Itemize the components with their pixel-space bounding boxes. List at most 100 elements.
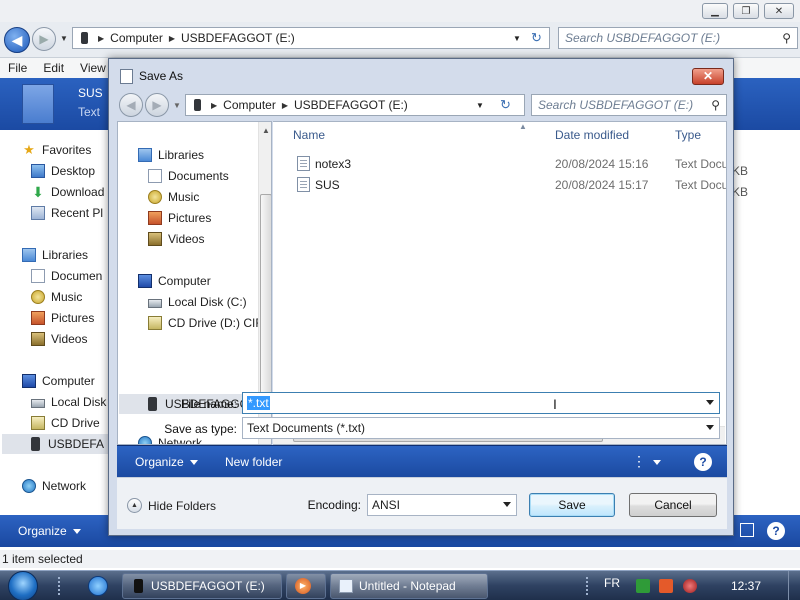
nav-music[interactable]: Music — [148, 190, 199, 204]
nav-favorites-label: Favorites — [42, 143, 92, 157]
nav-documents[interactable]: Documents — [148, 169, 229, 183]
explorer-search-input[interactable]: Search USBDEFAGGOT (E:) ⚲ — [558, 27, 798, 49]
back-button[interactable]: ◀ — [4, 27, 30, 53]
chevron-down-icon[interactable] — [706, 400, 714, 405]
minimize-button[interactable]: ▁ — [702, 3, 728, 19]
chevron-down-icon[interactable] — [503, 502, 511, 507]
breadcrumb-computer[interactable]: Computer — [223, 98, 276, 112]
dialog-address-bar[interactable]: ▶ Computer ▶ USBDEFAGGOT (E:) ▼ ↻ — [185, 94, 525, 116]
clock[interactable]: 12:37 — [731, 579, 761, 593]
text-file-icon — [297, 156, 310, 171]
notepad-icon — [339, 579, 353, 593]
action-center-icon[interactable] — [636, 579, 650, 593]
nav-pictures[interactable]: Pictures — [148, 211, 211, 225]
nav-libraries[interactable]: Libraries — [22, 248, 88, 262]
start-button[interactable] — [8, 571, 38, 600]
nav-computer[interactable]: Computer — [22, 374, 95, 388]
file-row[interactable]: notex3 20/08/2024 15:16 Text Docu — [293, 154, 726, 174]
save-button[interactable]: Save — [529, 493, 615, 517]
encoding-select[interactable]: ANSI — [367, 494, 517, 516]
menu-file[interactable]: File — [0, 61, 35, 75]
nav-local-disk-label: Local Disk — [51, 395, 107, 409]
cancel-button[interactable]: Cancel — [629, 493, 717, 517]
scroll-up-icon[interactable]: ▲ — [262, 126, 270, 135]
taskbar-item-explorer[interactable]: USBDEFAGGOT (E:) — [122, 573, 282, 599]
nav-network[interactable]: Network — [138, 436, 202, 444]
forward-button[interactable]: ▶ — [145, 93, 169, 117]
recent-pages-dropdown[interactable]: ▼ — [173, 101, 181, 110]
help-icon[interactable]: ? — [767, 522, 785, 540]
network-icon — [22, 479, 36, 493]
back-button[interactable]: ◀ — [119, 93, 143, 117]
taskbar-item-media[interactable]: ▶ — [286, 573, 326, 599]
dialog-search-input[interactable]: Search USBDEFAGGOT (E:) ⚲ — [531, 94, 727, 116]
nav-network[interactable]: Network — [22, 479, 86, 493]
taskbar-item-notepad[interactable]: Untitled - Notepad — [330, 573, 488, 599]
nav-favorites[interactable]: ★ Favorites — [22, 143, 92, 158]
nav-videos[interactable]: Videos — [148, 232, 204, 246]
media-player-icon: ▶ — [295, 578, 311, 594]
dialog-close-button[interactable]: ✕ — [692, 68, 724, 85]
notepad-icon — [120, 69, 133, 84]
refresh-icon[interactable]: ↻ — [500, 97, 511, 113]
column-header-name[interactable]: Name — [293, 128, 325, 142]
network-status-icon[interactable] — [683, 579, 697, 593]
chevron-down-icon[interactable] — [706, 425, 714, 430]
help-icon[interactable]: ? — [694, 453, 712, 471]
breadcrumb-usb[interactable]: USBDEFAGGOT (E:) — [294, 98, 408, 112]
breadcrumb-usb[interactable]: USBDEFAGGOT (E:) — [181, 31, 295, 45]
breadcrumb-computer[interactable]: Computer — [110, 31, 163, 45]
refresh-icon[interactable]: ↻ — [531, 30, 542, 46]
file-row[interactable]: SUS 20/08/2024 15:17 Text Docu — [293, 175, 726, 195]
search-icon[interactable]: ⚲ — [711, 98, 720, 112]
preview-pane-icon[interactable] — [740, 523, 754, 537]
usb-drive-icon — [81, 32, 88, 44]
menu-edit[interactable]: Edit — [35, 61, 72, 75]
nav-libraries[interactable]: Libraries — [138, 148, 204, 162]
nav-cd-drive[interactable]: CD Drive (D:) CIR — [148, 316, 264, 330]
file-name-input[interactable]: *.txt I — [242, 392, 720, 414]
nav-videos[interactable]: Videos — [31, 332, 87, 346]
recent-pages-dropdown[interactable]: ▼ — [60, 34, 68, 43]
search-icon[interactable]: ⚲ — [782, 31, 791, 45]
close-button[interactable]: ✕ — [764, 3, 794, 19]
language-indicator[interactable]: FR — [604, 576, 620, 590]
nav-music[interactable]: Music — [31, 290, 82, 304]
column-header-date[interactable]: Date modified — [555, 128, 629, 142]
column-header-type[interactable]: Type — [675, 128, 701, 142]
explorer-address-bar[interactable]: ▶ Computer ▶ USBDEFAGGOT (E:) ▼ ↻ — [72, 27, 550, 49]
dialog-title: Save As — [139, 69, 184, 83]
forward-button[interactable]: ▶ — [32, 27, 56, 51]
new-folder-button[interactable]: New folder — [225, 455, 282, 469]
music-icon — [148, 190, 162, 204]
nav-desktop[interactable]: Desktop — [31, 164, 95, 178]
explorer-organize-button[interactable]: Organize — [18, 524, 81, 538]
nav-computer[interactable]: Computer — [138, 274, 211, 288]
show-desktop-button[interactable] — [788, 571, 800, 600]
nav-local-disk[interactable]: Local Disk — [31, 395, 106, 409]
view-dropdown[interactable] — [647, 455, 661, 469]
internet-explorer-icon[interactable] — [88, 576, 108, 596]
hide-folders-button[interactable]: ▲ Hide Folders — [127, 498, 216, 513]
tray-app-icon[interactable] — [659, 579, 673, 593]
nav-local-disk[interactable]: Local Disk (C:) — [148, 295, 247, 309]
videos-icon — [31, 332, 45, 346]
nav-downloads[interactable]: ⬇ Download — [31, 185, 104, 199]
nav-recent[interactable]: Recent Pl — [31, 206, 103, 220]
explorer-nav-pane: ★ Favorites Desktop ⬇ Download Recent Pl L… — [0, 130, 110, 510]
documents-icon — [31, 269, 45, 283]
save-as-type-select[interactable]: Text Documents (*.txt) — [242, 417, 720, 439]
computer-icon — [22, 374, 36, 388]
nav-usb[interactable]: USBDEFA — [28, 437, 104, 451]
address-dropdown-icon[interactable]: ▼ — [476, 101, 484, 110]
organize-button[interactable]: Organize — [135, 455, 198, 469]
nav-cd-drive-label: CD Drive (D:) CIR — [168, 316, 264, 330]
address-dropdown-icon[interactable]: ▼ — [513, 34, 521, 43]
maximize-button[interactable]: ❐ — [733, 3, 759, 19]
nav-pictures[interactable]: Pictures — [31, 311, 94, 325]
nav-documents[interactable]: Documen — [31, 269, 102, 283]
scrollbar-thumb[interactable] — [260, 194, 271, 394]
nav-cd-drive[interactable]: CD Drive — [31, 416, 100, 430]
nav-downloads-label: Download — [51, 185, 105, 199]
view-options-icon[interactable]: ⋮ — [632, 453, 646, 470]
